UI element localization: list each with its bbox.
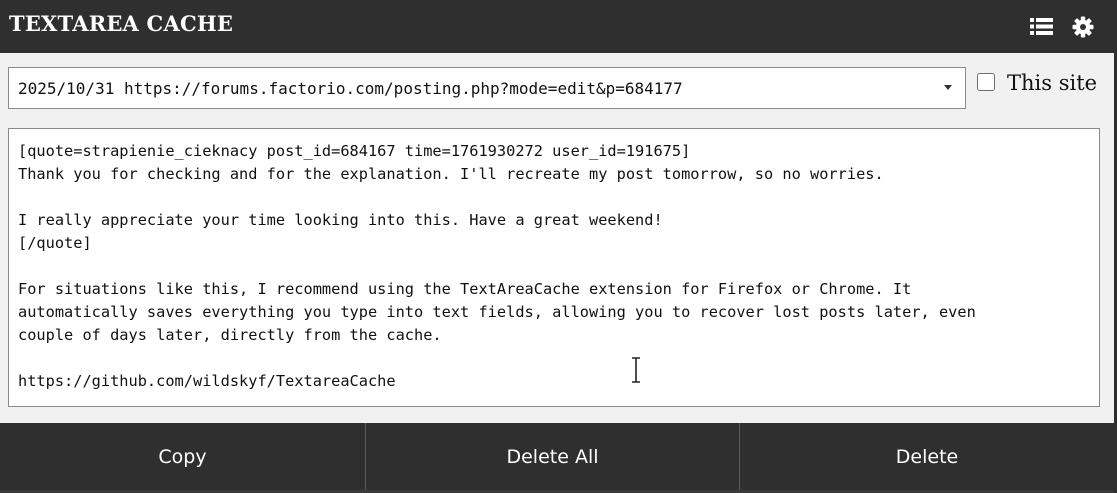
footer-bar: Copy Delete All Delete (0, 423, 1117, 493)
list-icon[interactable] (1029, 14, 1055, 40)
delete-all-button[interactable]: Delete All (366, 423, 740, 490)
textarea-cache-popup: TEXTAREA CACHE 2025/10/31 https://forums… (0, 0, 1117, 493)
cached-text-area[interactable]: [quote=strapienie_cieknacy post_id=68416… (8, 128, 1100, 407)
this-site-checkbox[interactable] (977, 73, 995, 91)
header-bar: TEXTAREA CACHE (0, 0, 1117, 53)
selected-entry: 2025/10/31 https://forums.factorio.com/p… (18, 79, 683, 98)
cache-entry-select[interactable]: 2025/10/31 https://forums.factorio.com/p… (8, 67, 966, 109)
app-title: TEXTAREA CACHE (9, 11, 234, 36)
chevron-down-icon (944, 85, 952, 90)
copy-button[interactable]: Copy (0, 423, 366, 490)
delete-button[interactable]: Delete (740, 423, 1114, 490)
this-site-label: This site (1007, 71, 1098, 95)
gear-icon[interactable] (1070, 14, 1096, 40)
